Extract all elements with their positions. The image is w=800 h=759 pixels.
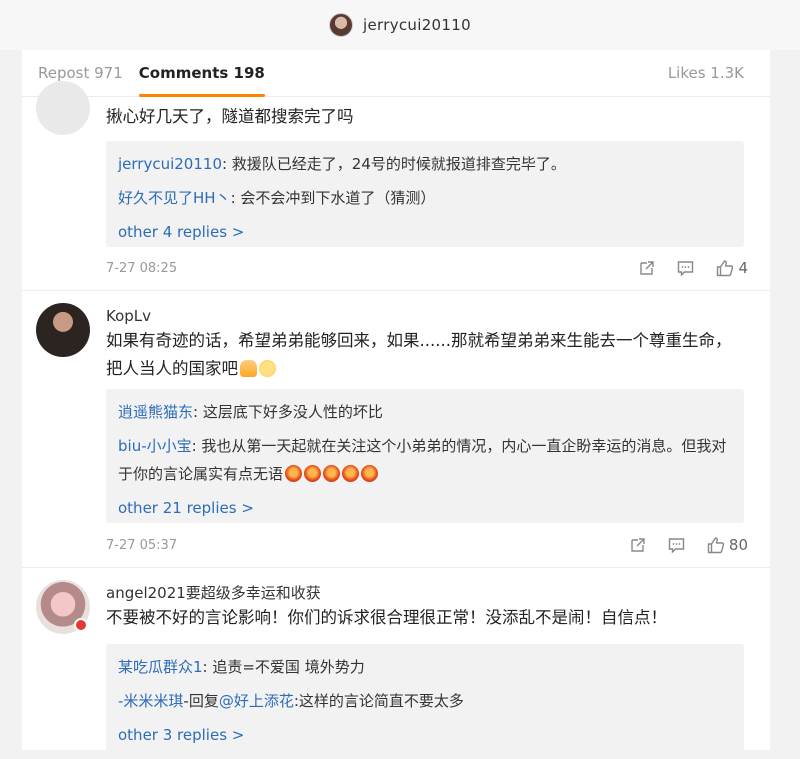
comment-text-content: 如果有奇迹的话，希望弟弟能够回来，如果......那就希望弟弟来生能去一个尊重生… [106, 331, 732, 378]
reply-item: 某吃瓜群众1: 追责=不爱国 境外势力 [118, 650, 732, 684]
replies-box: jerrycui20110: 救援队已经走了，24号的时候就报道排查完毕了。 好… [106, 141, 744, 247]
verified-badge-icon [74, 618, 88, 632]
comment-username[interactable]: angel2021要超级多幸运和收获 [106, 582, 321, 603]
tab-comments[interactable]: Comments 198 [138, 64, 265, 97]
comment-meta: 7-27 05:37 80 [106, 536, 748, 554]
reply-text: -回复 [183, 692, 219, 710]
reply-item: 好久不见了HH丶: 会不会冲到下水道了（猜测） [118, 181, 732, 215]
share-icon[interactable] [630, 537, 646, 553]
more-replies-link[interactable]: other 4 replies > [118, 215, 732, 249]
reply-item: 逍遥熊猫东: 这层底下好多没人性的坏比 [118, 395, 732, 429]
thumbs-up-icon [717, 259, 734, 276]
tab-likes[interactable]: Likes 1.3K [668, 64, 744, 82]
tab-bar: Repost 971 Comments 198 Likes 1.3K [22, 50, 770, 97]
reply-text: : 救援队已经走了，24号的时候就报道排查完毕了。 [221, 155, 566, 173]
avatar[interactable] [36, 81, 90, 135]
angry-emoji-icon [323, 465, 341, 482]
comment-icon[interactable] [677, 260, 694, 276]
comment-text: 揪心好几天了，隧道都搜索完了吗 [106, 107, 354, 126]
share-icon[interactable] [639, 260, 655, 276]
reply-author[interactable]: 某吃瓜群众1 [118, 658, 203, 676]
comment-time: 7-27 05:37 [106, 537, 178, 553]
mention-link[interactable]: @好上添花 [219, 692, 294, 710]
reply-author[interactable]: 好久不见了HH丶 [118, 189, 231, 207]
comment-item: angel2021要超级多幸运和收获 不要被不好的言论影响！你们的诉求很合理很正… [22, 568, 770, 750]
angry-emoji-icon [361, 465, 379, 482]
crying-emoji-icon [259, 360, 276, 377]
reply-item: jerrycui20110: 救援队已经走了，24号的时候就报道排查完毕了。 [118, 147, 732, 181]
reply-author[interactable]: biu-小小宝 [118, 437, 192, 455]
tab-repost[interactable]: Repost 971 [38, 64, 123, 82]
like-count: 4 [738, 259, 748, 277]
angry-emoji-icon [304, 465, 322, 482]
reply-author[interactable]: jerrycui20110 [118, 155, 222, 173]
angry-emoji-icon [285, 465, 303, 482]
reply-item: biu-小小宝: 我也从第一天起就在关注这个小弟弟的情况，内心一直企盼幸运的消息… [118, 429, 732, 491]
replies-box: 逍遥熊猫东: 这层底下好多没人性的坏比 biu-小小宝: 我也从第一天起就在关注… [106, 389, 744, 523]
replies-box: 某吃瓜群众1: 追责=不爱国 境外势力 -米米米琪-回复@好上添花:这样的言论简… [106, 644, 744, 750]
reply-author[interactable]: -米米米琪 [118, 692, 183, 710]
thumbs-up-icon [707, 536, 725, 553]
like-count: 80 [728, 536, 748, 554]
more-replies-link[interactable]: other 3 replies > [118, 718, 732, 750]
comment-icon[interactable] [668, 537, 685, 553]
like-button[interactable]: 4 [716, 259, 748, 277]
comment-item: 揪心好几天了，隧道都搜索完了吗 jerrycui20110: 救援队已经走了，2… [22, 81, 770, 287]
reply-author[interactable]: 逍遥熊猫东 [118, 403, 193, 421]
comment-item: KopLv 如果有奇迹的话，希望弟弟能够回来，如果......那就希望弟弟来生能… [22, 291, 770, 564]
comment-time: 7-27 08:25 [106, 260, 178, 276]
reply-text: :这样的言论简直不要太多 [293, 692, 464, 710]
reply-text: : 这层底下好多没人性的坏比 [193, 403, 383, 421]
header-username[interactable]: jerrycui20110 [363, 16, 471, 34]
pray-emoji-icon [240, 360, 257, 377]
top-bar: jerrycui20110 [0, 0, 800, 50]
comment-username[interactable]: KopLv [106, 307, 151, 325]
reply-text: : 追责=不爱国 境外势力 [202, 658, 365, 676]
more-replies-link[interactable]: other 21 replies > [118, 491, 732, 525]
header-avatar[interactable] [329, 13, 354, 37]
reply-text: : 我也从第一天起就在关注这个小弟弟的情况，内心一直企盼幸运的消息。但我对于你的… [118, 437, 727, 483]
like-button[interactable]: 80 [707, 536, 748, 554]
reply-item: -米米米琪-回复@好上添花:这样的言论简直不要太多 [118, 684, 732, 718]
comments-card: Repost 971 Comments 198 Likes 1.3K 揪心好几天… [22, 50, 770, 750]
avatar[interactable] [36, 303, 90, 357]
comment-text: 不要被不好的言论影响！你们的诉求很合理很正常！没添乱不是闹！自信点！ [106, 608, 667, 627]
reply-text: : 会不会冲到下水道了（猜测） [230, 189, 436, 207]
angry-emoji-icon [342, 465, 360, 482]
comment-meta: 7-27 08:25 4 [106, 259, 748, 277]
comment-text: 如果有奇迹的话，希望弟弟能够回来，如果......那就希望弟弟来生能去一个尊重生… [106, 327, 740, 383]
